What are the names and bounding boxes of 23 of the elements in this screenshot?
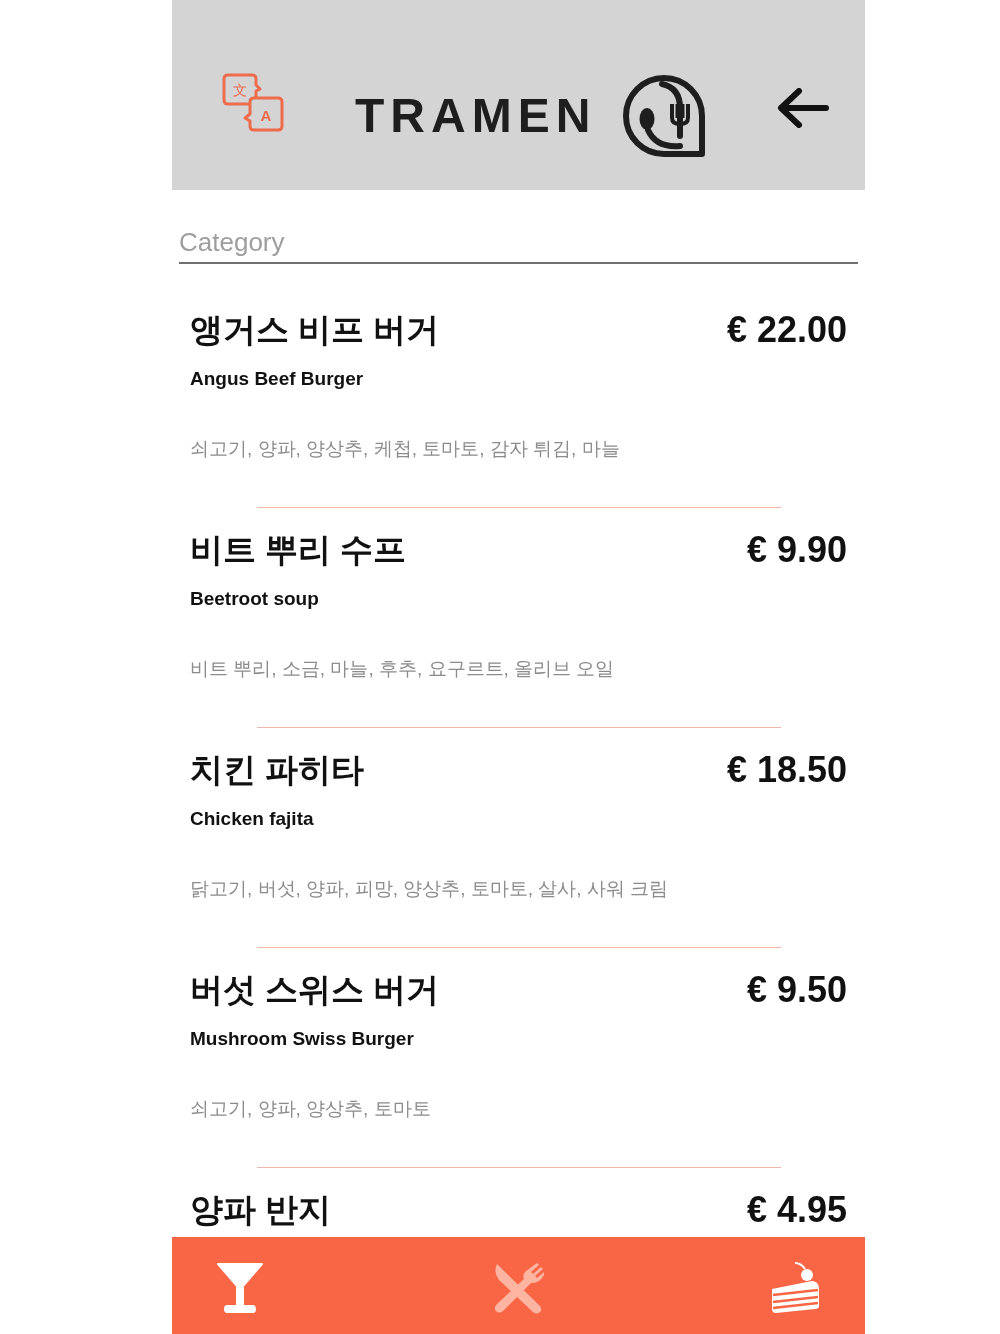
dish-name: 양파 반지 [190,1190,332,1230]
category-field[interactable]: Category [179,222,858,264]
ingredients-text: 쇠고기, 양파, 양상추, 토마토 [190,1097,431,1121]
dish-price: € 9.50 [746,968,847,1012]
dish-name: 버섯 스위스 버거 [190,970,440,1010]
dish-price: € 4.95 [746,1188,847,1232]
dish-name: 치킨 파히타 [190,750,365,790]
dish-name: 비트 뿌리 수프 [190,530,407,570]
english-dish-name: Chicken fajita [190,807,314,831]
english-dish-name: Mushroom Swiss Burger [190,1027,414,1051]
dish-price: € 18.50 [726,748,847,792]
ingredients-text: 비트 뿌리, 소금, 마늘, 후추, 요구르트, 올리브 오일 [190,657,615,681]
cake-slice-icon[interactable] [769,1262,821,1314]
dish-price: € 9.90 [746,528,847,572]
logo-mark-icon [622,74,707,158]
logo-text: TRAMEN [355,92,597,140]
dish-price: € 22.00 [726,308,847,352]
dish-name: 앵거스 비프 버거 [190,310,440,350]
ingredients-text: 닭고기, 버섯, 양파, 피망, 양상추, 토마토, 살사, 사워 크림 [190,877,669,901]
english-dish-name: Beetroot soup [190,587,319,611]
crossed-knife-fork-icon[interactable] [492,1262,545,1314]
ingredients-text: 쇠고기, 양파, 양상추, 케첩, 토마토, 감자 튀김, 마늘 [190,437,620,461]
english-dish-name: Angus Beef Burger [190,367,364,391]
